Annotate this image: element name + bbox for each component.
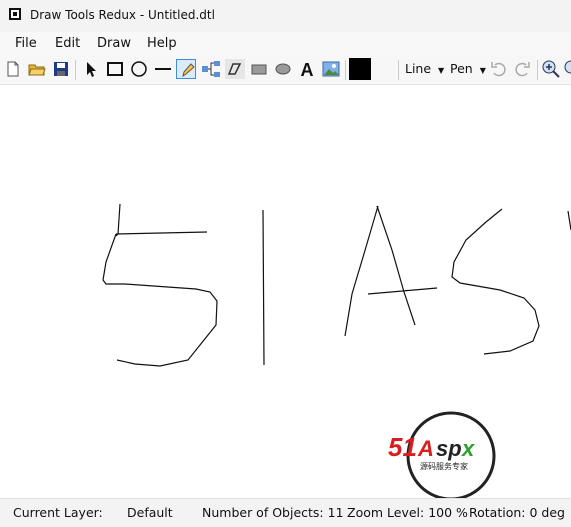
window-title: Draw Tools Redux - Untitled.dtl — [30, 8, 215, 22]
open-folder-icon[interactable] — [27, 59, 47, 79]
text-tool-icon[interactable]: A — [297, 59, 317, 79]
freehand-stroke — [102, 233, 218, 367]
save-icon[interactable] — [51, 59, 71, 79]
toolbar-separator — [537, 60, 538, 80]
app-icon — [9, 8, 21, 20]
svg-text:sp: sp — [436, 436, 462, 461]
freehand-stroke — [376, 205, 416, 326]
menu-bar: File Edit Draw Help — [0, 32, 571, 56]
undo-icon[interactable] — [489, 59, 509, 79]
freehand-stroke — [262, 209, 265, 366]
current-layer-value: Default — [127, 505, 173, 520]
svg-text:51: 51 — [388, 432, 417, 462]
object-count: Number of Objects: 11 — [202, 505, 344, 520]
line-tool-icon[interactable] — [153, 59, 173, 79]
freehand-stroke — [115, 203, 121, 237]
menu-help[interactable]: Help — [147, 36, 177, 51]
polygon-tool-icon[interactable] — [225, 59, 245, 79]
rotation-value: Rotation: 0 deg — [469, 505, 565, 520]
current-layer-label: Current Layer: — [13, 505, 103, 520]
pen-style-dropdown[interactable]: Pen ▼ — [450, 61, 486, 76]
title-bar: Draw Tools Redux - Untitled.dtl — [0, 0, 571, 32]
image-tool-icon[interactable] — [321, 59, 341, 79]
freehand-stroke — [344, 205, 379, 337]
pencil-tool-icon[interactable] — [176, 59, 196, 79]
freehand-stroke — [451, 208, 540, 355]
filled-rectangle-tool-icon[interactable] — [249, 59, 269, 79]
menu-draw[interactable]: Draw — [97, 36, 131, 51]
redo-icon[interactable] — [512, 59, 532, 79]
line-style-label: Line — [405, 61, 432, 76]
new-file-icon[interactable] — [3, 59, 23, 79]
svg-text:A: A — [301, 60, 314, 79]
pointer-tool-icon[interactable] — [81, 59, 101, 79]
zoom-level: Zoom Level: 100 % — [347, 505, 468, 520]
chevron-down-icon: ▼ — [479, 66, 486, 75]
menu-file[interactable]: File — [15, 36, 37, 51]
menu-edit[interactable]: Edit — [55, 36, 80, 51]
color-swatch[interactable] — [349, 58, 371, 80]
svg-text:x: x — [461, 436, 475, 461]
rectangle-tool-icon[interactable] — [105, 59, 125, 79]
line-style-dropdown[interactable]: Line ▼ — [405, 61, 444, 76]
filled-ellipse-tool-icon[interactable] — [273, 59, 293, 79]
chevron-down-icon: ▼ — [438, 66, 445, 75]
pen-style-label: Pen — [450, 61, 473, 76]
freehand-stroke — [115, 231, 208, 235]
watermark-logo: 51 A sp x 源码服务专家 — [384, 403, 514, 501]
svg-text:源码服务专家: 源码服务专家 — [420, 461, 468, 471]
zoom-out-icon[interactable] — [563, 59, 571, 79]
toolbar-separator — [345, 60, 346, 80]
drawing-canvas[interactable]: 51 A sp x 源码服务专家 — [0, 85, 571, 501]
zoom-in-icon[interactable] — [541, 59, 561, 79]
ellipse-tool-icon[interactable] — [129, 59, 149, 79]
svg-text:A: A — [417, 436, 434, 461]
connector-tool-icon[interactable] — [201, 59, 221, 79]
toolbar-separator — [75, 60, 76, 80]
toolbar-separator — [398, 60, 399, 80]
status-bar: Current Layer: Default Number of Objects… — [0, 498, 571, 527]
toolbar: A Line ▼ Pen ▼ — [0, 56, 571, 85]
